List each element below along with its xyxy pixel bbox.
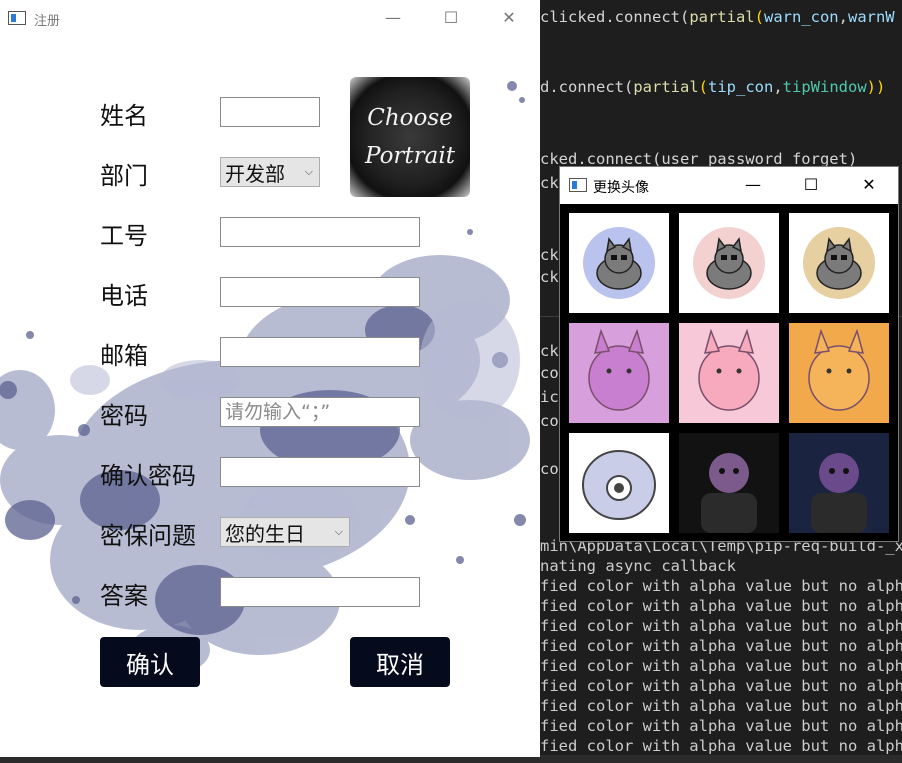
maximize-button[interactable]: ☐ xyxy=(428,0,474,34)
chevron-down-icon: ⌵ xyxy=(334,525,343,538)
answer-input[interactable] xyxy=(220,577,420,607)
code-token: warnW xyxy=(847,8,895,26)
code-token: warn_con xyxy=(763,8,839,26)
close-button[interactable]: ✕ xyxy=(846,167,892,201)
pink-blob-cat-surprised-avatar[interactable] xyxy=(679,323,779,423)
minimize-button[interactable]: — xyxy=(370,0,416,34)
password-label: 密码 xyxy=(100,402,148,430)
register-window: 注册 — ☐ ✕ 姓名 部门 开发部 ⌵ Choose Portrait 工号 … xyxy=(0,0,540,757)
security-question-selected-value: 您的生日 xyxy=(225,521,305,546)
terminal-line: fied color with alpha value but no alpha xyxy=(540,577,902,595)
terminal-line: fied color with alpha value but no alpha xyxy=(540,657,902,675)
employee-id-input[interactable] xyxy=(220,217,420,247)
terminal-line: fied color with alpha value but no alpha xyxy=(540,597,902,615)
code-token: tipWindow xyxy=(782,78,867,96)
code-line: ck xyxy=(540,342,559,360)
gray-cat-sitting-avatar[interactable] xyxy=(789,213,889,313)
confirm-password-input[interactable] xyxy=(220,457,420,487)
app-icon xyxy=(569,178,587,192)
chevron-down-icon: ⌵ xyxy=(304,165,313,178)
code-line: d.connect(partial(tip_con,tipWindow)) xyxy=(540,78,885,96)
gray-cat-easel-avatar[interactable] xyxy=(569,213,669,313)
cancel-button[interactable]: 取消 xyxy=(350,637,450,687)
terminal-line: nating async callback xyxy=(540,557,736,575)
department-label: 部门 xyxy=(100,162,148,190)
security-question-select[interactable]: 您的生日 ⌵ xyxy=(220,517,350,547)
name-input[interactable] xyxy=(220,97,320,127)
change-avatar-window: 更换头像 — ☐ ✕ xyxy=(559,166,899,542)
confirm-password-label: 确认密码 xyxy=(100,462,196,490)
code-token: co xyxy=(540,412,559,430)
terminal-line: fied color with alpha value but no alpha xyxy=(540,637,902,655)
close-button[interactable]: ✕ xyxy=(486,0,532,34)
terminal-line: fied color with alpha value but no alpha xyxy=(540,617,902,635)
code-token: tip_con xyxy=(708,78,774,96)
portrait-label-line2: Portrait xyxy=(365,143,455,169)
code-token: ck xyxy=(540,174,559,192)
password-input[interactable] xyxy=(220,397,420,427)
thanos-armor-avatar[interactable] xyxy=(789,433,889,533)
phone-label: 电话 xyxy=(100,282,148,310)
minimize-button[interactable]: — xyxy=(730,167,776,201)
orange-blob-cat-crying-avatar[interactable] xyxy=(789,323,889,423)
avatar-grid xyxy=(569,213,890,534)
app-icon xyxy=(8,11,26,25)
code-token: ic xyxy=(540,388,559,406)
code-line: co xyxy=(540,364,559,382)
code-token: co xyxy=(540,460,559,478)
email-input[interactable] xyxy=(220,337,420,367)
email-label: 邮箱 xyxy=(100,342,148,370)
confirm-button[interactable]: 确认 xyxy=(100,637,200,687)
calico-cat-sleeping-avatar[interactable] xyxy=(679,213,779,313)
terminal-line: fied color with alpha value but no alpha xyxy=(540,697,902,715)
code-token: ck xyxy=(540,246,559,264)
purple-blob-cat-avatar[interactable] xyxy=(569,323,669,423)
register-window-title: 注册 xyxy=(34,14,61,29)
choose-portrait-button[interactable]: Choose Portrait xyxy=(350,77,470,197)
terminal-line: fied color with alpha value but no alpha xyxy=(540,737,902,755)
code-token: ( xyxy=(698,78,708,96)
code-line: co xyxy=(540,460,559,478)
code-line: ck xyxy=(540,174,559,192)
phone-input[interactable] xyxy=(220,277,420,307)
department-select[interactable]: 开发部 ⌵ xyxy=(220,157,320,187)
code-line: ic xyxy=(540,388,559,406)
avatar-titlebar: 更换头像 — ☐ ✕ xyxy=(560,167,898,204)
portrait-label-line1: Choose xyxy=(367,105,453,131)
code-line: ck xyxy=(540,246,559,264)
code-line: clicked.connect(partial(warn_con,warnW xyxy=(540,8,895,26)
terminal-line: fied color with alpha value but no alpha xyxy=(540,717,902,735)
code-token: ck xyxy=(540,342,559,360)
code-token: , xyxy=(773,78,783,96)
code-token: d.connect( xyxy=(540,78,634,96)
code-line: co xyxy=(540,412,559,430)
terminal-line: fied color with alpha value but no alpha xyxy=(540,677,902,695)
employee-id-label: 工号 xyxy=(100,222,148,250)
code-token: co xyxy=(540,364,559,382)
department-selected-value: 开发部 xyxy=(225,161,285,186)
code-token: partial xyxy=(689,8,755,26)
code-token: )) xyxy=(866,78,886,96)
code-token: clicked.connect( xyxy=(540,8,690,26)
code-token: ( xyxy=(754,8,764,26)
code-line: ck xyxy=(540,268,559,286)
code-token: partial xyxy=(633,78,699,96)
code-token: , xyxy=(838,8,848,26)
maximize-button[interactable]: ☐ xyxy=(788,167,834,201)
code-token: ck xyxy=(540,268,559,286)
security-question-label: 密保问题 xyxy=(100,522,196,550)
robot-eye-creature-avatar[interactable] xyxy=(569,433,669,533)
thanos-palette-avatar[interactable] xyxy=(679,433,779,533)
name-label: 姓名 xyxy=(100,102,148,130)
answer-label: 答案 xyxy=(100,582,148,610)
avatar-window-title: 更换头像 xyxy=(593,180,649,196)
